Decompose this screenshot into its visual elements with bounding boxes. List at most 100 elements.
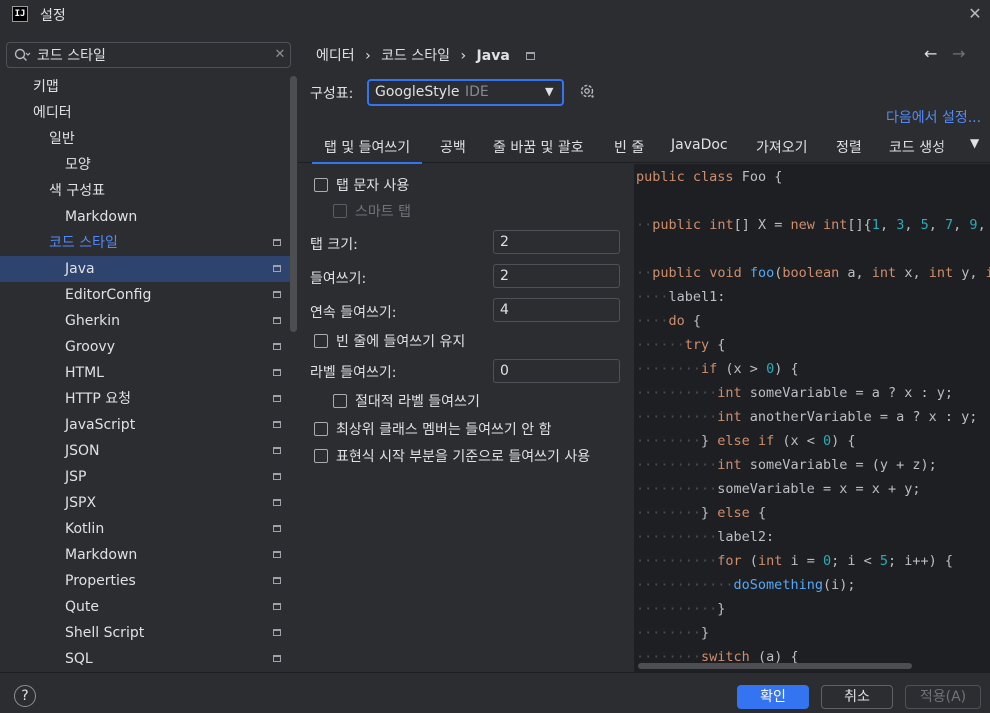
scheme-scope-icon [273, 603, 281, 610]
checkbox-box[interactable] [314, 178, 328, 192]
title-bar: IJ 설정 ✕ [0, 0, 990, 30]
sidebar-item-label: Markdown [65, 547, 138, 563]
sidebar-item[interactable]: 에디터 [0, 100, 290, 126]
label-indent-label: 라벨 들여쓰기: [310, 365, 397, 381]
absolute-label-indent-checkbox[interactable]: 절대적 라벨 들여쓰기 [333, 391, 480, 413]
indent-from-expr-start-checkbox[interactable]: 표현식 시작 부분을 기준으로 들여쓰기 사용 [314, 446, 590, 468]
sidebar-item[interactable]: HTTP 요청 [0, 386, 290, 412]
tab-item[interactable]: JavaDoc [671, 137, 728, 153]
sidebar-item-label: Java [65, 261, 95, 277]
code-preview-text: public class Foo { ··public int[] X = ne… [636, 169, 990, 665]
sidebar-item[interactable]: JSON [0, 438, 290, 464]
breadcrumb-item-editor[interactable]: 에디터 [316, 48, 355, 64]
search-box[interactable]: ✕ [6, 42, 291, 68]
sidebar-item[interactable]: Properties [0, 568, 290, 594]
tab-item[interactable]: 줄 바꿈 및 괄호 [493, 137, 584, 157]
scheme-tag: IDE [465, 84, 489, 100]
checkbox-box[interactable] [314, 334, 328, 348]
label-indent-input[interactable]: 0 [493, 359, 620, 383]
tab-overflow-icon[interactable]: ▼ [970, 136, 979, 150]
tab-fade [938, 134, 968, 158]
sidebar-item[interactable]: 코드 스타일 [0, 230, 290, 256]
search-input[interactable] [37, 45, 267, 65]
breadcrumb-item-code-style[interactable]: 코드 스타일 [381, 48, 450, 64]
settings-content: 에디터 › 코드 스타일 › Java ← → 구성표: GoogleStyle… [298, 30, 990, 672]
set-from-link[interactable]: 다음에서 설정... [886, 107, 981, 127]
sidebar-item[interactable]: JSPX [0, 490, 290, 516]
sidebar-item[interactable]: EditorConfig [0, 282, 290, 308]
checkbox-box[interactable] [314, 449, 328, 463]
sidebar-item[interactable]: 키맵 [0, 74, 290, 100]
checkbox-box [333, 204, 347, 218]
sidebar-item[interactable]: Kotlin [0, 516, 290, 542]
sidebar-item[interactable]: Markdown [0, 542, 290, 568]
back-arrow-icon[interactable]: ← [924, 44, 937, 63]
sidebar-item[interactable]: Gherkin [0, 308, 290, 334]
sidebar-scrollbar[interactable] [290, 76, 297, 332]
sidebar-item[interactable]: 모양 [0, 152, 290, 178]
sidebar-item[interactable]: Qute [0, 594, 290, 620]
apply-button: 적용(A) [905, 685, 981, 709]
scheme-scope-icon [273, 551, 281, 558]
sidebar-item[interactable]: HTML [0, 360, 290, 386]
tab-item[interactable]: 가져오기 [756, 137, 808, 157]
tab-item[interactable]: 정렬 [836, 137, 862, 157]
tab-item[interactable]: 코드 생성 [889, 137, 945, 157]
tab-item[interactable]: 빈 줄 [614, 137, 644, 157]
tab-item[interactable]: 탭 및 들여쓰기 [311, 137, 423, 164]
no-indent-top-level-checkbox[interactable]: 최상위 클래스 멤버는 들여쓰기 안 함 [314, 419, 551, 441]
search-icon[interactable] [13, 46, 31, 64]
sidebar-item-label: JSP [65, 469, 87, 485]
sidebar-item-label: SQL [65, 651, 93, 667]
keep-indents-empty-checkbox[interactable]: 빈 줄에 들여쓰기 유지 [314, 331, 465, 353]
scheme-scope-icon [273, 265, 281, 272]
gear-icon[interactable] [578, 82, 596, 100]
ok-button[interactable]: 확인 [737, 685, 809, 709]
checkbox-box[interactable] [333, 394, 347, 408]
sidebar-item-label: 일반 [49, 131, 75, 147]
sidebar-item[interactable]: Groovy [0, 334, 290, 360]
sidebar-item[interactable]: SQL [0, 646, 290, 672]
scheme-scope-icon [273, 577, 281, 584]
scheme-scope-icon [273, 447, 281, 454]
scheme-scope-icon [273, 525, 281, 532]
clear-search-icon[interactable]: ✕ [271, 45, 289, 65]
scheme-scope-icon [273, 473, 281, 480]
use-tab-char-checkbox[interactable]: 탭 문자 사용 [314, 175, 409, 197]
tab-item[interactable]: 공백 [440, 137, 466, 157]
sidebar-item[interactable]: JavaScript [0, 412, 290, 438]
app-icon: IJ [12, 6, 28, 22]
sidebar-item[interactable]: Java [0, 256, 290, 282]
sidebar-item[interactable]: JSP [0, 464, 290, 490]
indent-input[interactable]: 2 [493, 264, 620, 288]
preview-horizontal-scrollbar[interactable] [638, 663, 912, 669]
close-icon[interactable]: ✕ [964, 3, 986, 25]
cancel-button[interactable]: 취소 [821, 685, 893, 709]
scheme-dropdown[interactable]: GoogleStyle IDE ▼ [367, 79, 564, 106]
smart-tabs-checkbox: 스마트 탭 [333, 201, 411, 223]
sidebar-item-label: 색 구성표 [49, 183, 105, 199]
sidebar-item-label: Gherkin [65, 313, 120, 329]
sidebar-item[interactable]: Markdown [0, 204, 290, 230]
scheme-value: GoogleStyle [375, 84, 460, 100]
sidebar-item[interactable]: Shell Script [0, 620, 290, 646]
scheme-scope-icon [273, 499, 281, 506]
settings-tree: 키맵 에디터일반모양색 구성표 Markdown 코드 스타일 Java EditorCo… [0, 74, 290, 672]
forward-arrow-icon[interactable]: → [952, 44, 965, 63]
sidebar-item-label: HTTP 요청 [65, 391, 132, 407]
continuation-indent-input[interactable]: 4 [493, 298, 620, 322]
sidebar-item-label: Markdown [65, 209, 138, 225]
sidebar-item-label: 코드 스타일 [49, 235, 118, 251]
sidebar-item[interactable]: 일반 [0, 126, 290, 152]
indent-label: 들여쓰기: [310, 271, 367, 287]
sidebar-item-label: Kotlin [65, 521, 105, 537]
tab-size-input[interactable]: 2 [493, 230, 620, 254]
code-preview[interactable]: public class Foo { ··public int[] X = ne… [634, 164, 990, 672]
window-title: 설정 [40, 8, 66, 24]
sidebar-item[interactable]: 색 구성표 [0, 178, 290, 204]
breadcrumb: 에디터 › 코드 스타일 › Java [316, 45, 541, 65]
checkbox-box[interactable] [314, 422, 328, 436]
scheme-scope-icon [273, 317, 281, 324]
keep-indents-empty-label: 빈 줄에 들여쓰기 유지 [336, 334, 466, 350]
help-button[interactable]: ? [14, 685, 36, 707]
